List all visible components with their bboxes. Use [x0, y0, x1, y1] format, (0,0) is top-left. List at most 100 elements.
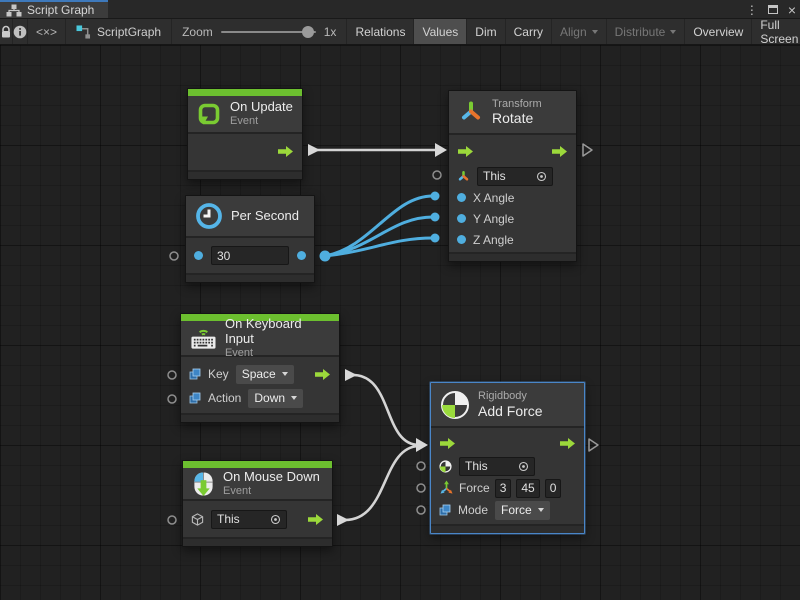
script-graph-window: Script Graph ⋮ × <×>: [0, 0, 800, 600]
tab-script-graph[interactable]: Script Graph: [0, 0, 108, 18]
lock-button[interactable]: [0, 19, 13, 44]
target-object-field[interactable]: This: [459, 457, 535, 476]
zoom-label: Zoom: [182, 25, 213, 39]
value-input-port[interactable]: [194, 251, 203, 260]
toolbar-button-distribute[interactable]: Distribute: [607, 19, 686, 44]
button-label: Overview: [693, 25, 743, 39]
node-transform-rotate[interactable]: Transform Rotate: [448, 90, 577, 262]
target-object-field[interactable]: This: [211, 510, 287, 529]
node-header: On Keyboard Input Event: [181, 321, 339, 357]
flow-output-port[interactable]: [314, 368, 331, 381]
object-picker-icon[interactable]: [518, 461, 529, 472]
force-label: Force: [459, 481, 490, 495]
flow-input-port[interactable]: [457, 145, 474, 158]
action-label: Action: [208, 391, 241, 405]
toolbar-button-fullscreen[interactable]: Full Screen: [752, 19, 800, 44]
on-update-icon: [196, 101, 222, 127]
mode-row: Mode Force: [431, 499, 584, 521]
rate-input-field[interactable]: 30: [211, 246, 289, 265]
toolbar-button-dim[interactable]: Dim: [467, 19, 505, 44]
toolbar-button-align[interactable]: Align: [552, 19, 607, 44]
toolbar-button-overview[interactable]: Overview: [685, 19, 752, 44]
rate-value: 30: [217, 249, 230, 263]
graph-canvas[interactable]: On Update Event: [0, 45, 800, 600]
transform-icon: [457, 170, 470, 183]
mode-dropdown[interactable]: Force: [495, 501, 550, 520]
value-output-port[interactable]: [297, 251, 306, 260]
force-x-field[interactable]: 3: [495, 479, 512, 498]
node-title: Rotate: [492, 110, 542, 126]
node-category: Transform: [492, 98, 542, 111]
graph-toolbar: <×> ScriptGraph Zoom 1x Relations Values…: [0, 19, 800, 45]
force-x-value: 3: [500, 481, 507, 495]
node-footer: [186, 273, 314, 282]
node-header: On Mouse Down Event: [183, 468, 332, 501]
button-label: Full Screen: [760, 18, 798, 46]
info-icon: [13, 25, 27, 39]
target-value: This: [483, 169, 506, 183]
chevron-down-icon: [282, 372, 288, 376]
value-input-port[interactable]: [457, 214, 466, 223]
port-label: Y Angle: [473, 212, 514, 226]
node-category: Rigidbody: [478, 390, 543, 403]
force-row: Force 3 45 0: [431, 477, 584, 499]
hierarchy-graph-icon: [6, 4, 22, 17]
flow-output-port[interactable]: [551, 145, 568, 158]
flow-output-port[interactable]: [277, 145, 294, 158]
force-z-value: 0: [550, 481, 557, 495]
code-preview-toggle[interactable]: <×>: [28, 19, 66, 44]
node-add-force[interactable]: Rigidbody Add Force: [430, 382, 585, 534]
node-on-mouse-down[interactable]: On Mouse Down Event This: [182, 460, 333, 547]
object-picker-icon[interactable]: [270, 514, 281, 525]
key-dropdown[interactable]: Space: [236, 365, 294, 384]
tab-title: Script Graph: [27, 3, 94, 17]
node-title: Add Force: [478, 403, 543, 419]
info-button[interactable]: [13, 19, 28, 44]
button-label: Distribute: [615, 25, 666, 39]
graph-breadcrumb[interactable]: ScriptGraph: [66, 19, 172, 44]
toolbar-button-carry[interactable]: Carry: [506, 19, 552, 44]
window-menu-icon[interactable]: ⋮: [746, 3, 758, 17]
flow-row: [188, 137, 302, 167]
port-label: X Angle: [473, 191, 514, 205]
node-per-second[interactable]: Per Second 30: [185, 195, 315, 283]
node-on-keyboard-input[interactable]: On Keyboard Input Event Key Space: [180, 313, 340, 423]
maximize-icon[interactable]: [768, 5, 778, 14]
zoom-control: Zoom 1x: [172, 19, 347, 44]
force-z-field[interactable]: 0: [545, 479, 562, 498]
action-dropdown[interactable]: Down: [248, 389, 303, 408]
node-on-update[interactable]: On Update Event: [187, 88, 303, 180]
node-title: On Mouse Down: [223, 470, 320, 485]
flow-input-port[interactable]: [439, 437, 456, 450]
port-label: Z Angle: [473, 233, 514, 247]
chevron-down-icon: [592, 30, 598, 34]
value-input-port[interactable]: [457, 193, 466, 202]
force-y-value: 45: [521, 481, 534, 495]
node-footer: [183, 537, 332, 546]
flow-row: [431, 431, 584, 455]
target-value: This: [465, 459, 488, 473]
event-color-bar: [183, 461, 332, 468]
force-y-field[interactable]: 45: [516, 479, 539, 498]
transform-icon: [458, 99, 484, 125]
flow-output-port[interactable]: [307, 513, 324, 526]
target-object-field[interactable]: This: [477, 167, 553, 186]
toolbar-button-values[interactable]: Values: [414, 19, 467, 44]
flow-row: [449, 137, 576, 165]
flow-output-port[interactable]: [559, 437, 576, 450]
zoom-slider-handle[interactable]: [302, 26, 314, 38]
enum-icon: [189, 368, 201, 380]
value-port-row: Y Angle: [449, 208, 576, 229]
object-picker-icon[interactable]: [536, 171, 547, 182]
value-port-row: Z Angle: [449, 229, 576, 250]
tab-strip: Script Graph ⋮ ×: [0, 0, 800, 19]
toolbar-button-relations[interactable]: Relations: [347, 19, 414, 44]
vector3-icon: [439, 480, 454, 496]
value-input-port[interactable]: [457, 235, 466, 244]
node-subtitle: Event: [230, 115, 293, 128]
zoom-slider[interactable]: [221, 31, 316, 33]
key-value: Space: [242, 367, 276, 381]
node-header: Rigidbody Add Force: [431, 383, 584, 428]
close-icon[interactable]: ×: [788, 3, 796, 17]
chevron-down-icon: [291, 396, 297, 400]
